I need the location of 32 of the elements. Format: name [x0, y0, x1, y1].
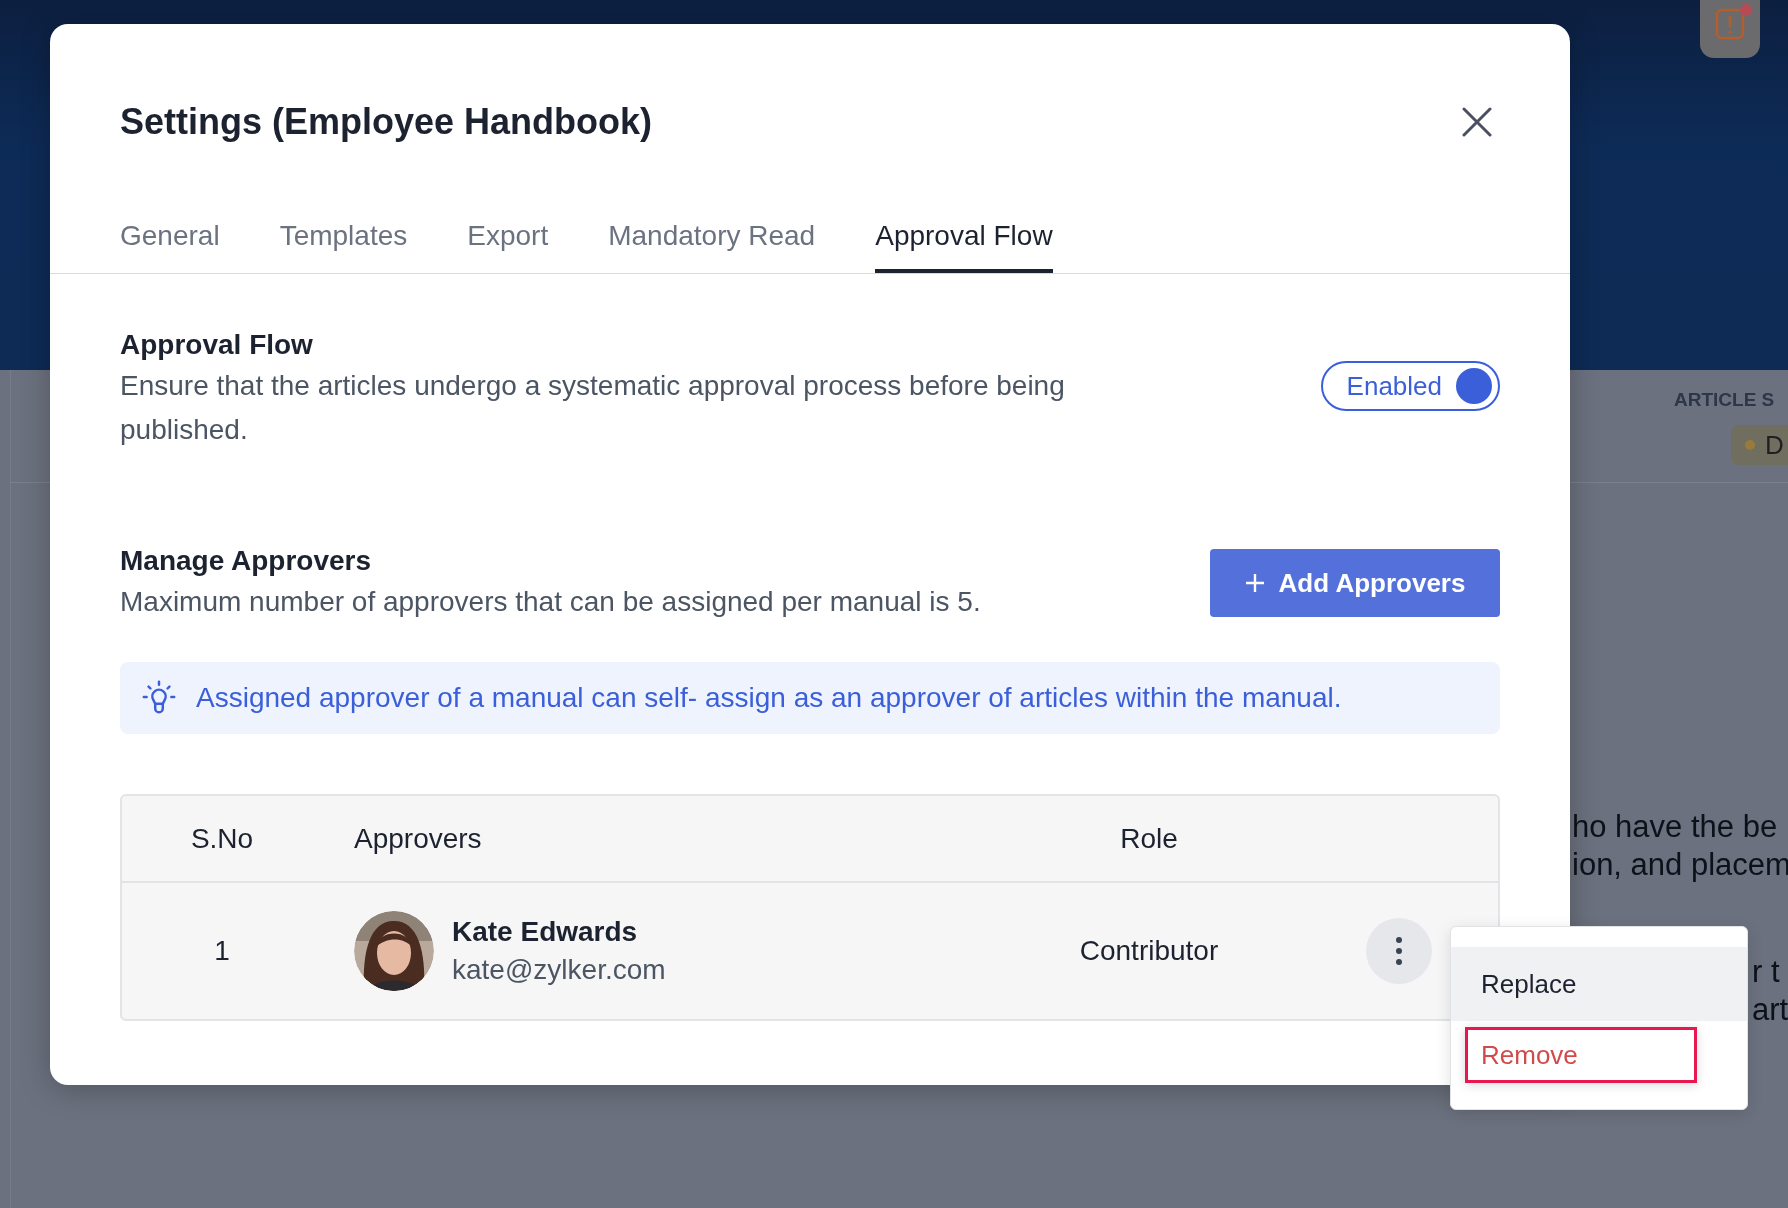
approver-name: Kate Edwards	[452, 915, 639, 949]
menu-item[interactable]: Replace	[1451, 947, 1747, 1021]
kebab-icon	[1394, 936, 1403, 966]
approver-email: kate@zylker.com	[452, 953, 666, 987]
section-description: Ensure that the articles undergo a systematic approval process before being published.	[120, 369, 1066, 447]
tip-text: Assigned approver of a manual can self- assign as an approver of articles within the manual.	[196, 682, 1342, 714]
section-description: Maximum number of approvers that can be assigned per manual is 5.	[120, 585, 981, 619]
status-label: D	[1765, 429, 1784, 461]
add-approvers-button[interactable]: Add Approvers	[1210, 549, 1500, 617]
tab[interactable]: Templates	[279, 218, 408, 273]
notification-icon[interactable]	[1700, 0, 1760, 58]
approver-role: Contributor	[1079, 935, 1219, 967]
article-text: ho have the be	[1572, 808, 1778, 846]
tab[interactable]: Export	[467, 218, 549, 273]
plus-icon	[1244, 573, 1265, 593]
tab[interactable]: General	[120, 218, 220, 273]
dialog-title: Settings (Employee Handbook)	[120, 100, 653, 144]
column-header: Approvers	[353, 822, 483, 855]
section-heading: Manage Approvers	[120, 544, 373, 578]
tab[interactable]: Mandatory Read	[608, 218, 816, 273]
close-icon[interactable]	[1462, 107, 1492, 137]
enabled-toggle[interactable]: Enabled	[1320, 361, 1500, 411]
serial-number: 1	[214, 935, 230, 967]
article-text: r t	[1752, 953, 1780, 991]
article-text: art	[1752, 991, 1788, 1029]
section-heading: Approval Flow	[120, 328, 314, 362]
menu-item[interactable]: Remove	[1465, 1027, 1697, 1083]
column-header: Role	[1120, 822, 1178, 855]
column-header: S.No	[190, 822, 254, 855]
section-label: ARTICLE S	[1674, 389, 1775, 411]
tab[interactable]: Approval Flow	[875, 218, 1053, 273]
article-text: ion, and placem	[1572, 846, 1788, 884]
